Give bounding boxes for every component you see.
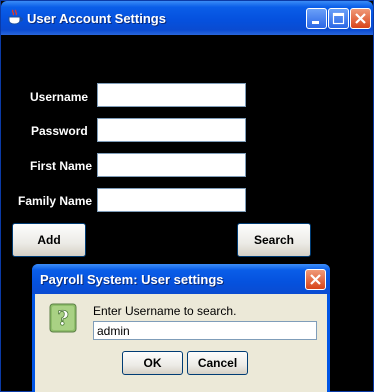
svg-text:?: ? [57,306,69,330]
search-dialog: Payroll System: User settings ? Enter Us… [32,264,330,392]
close-icon [310,274,321,285]
dialog-body: ? Enter Username to search. OK Cancel [35,294,327,392]
password-input[interactable] [97,118,246,142]
username-search-input[interactable] [93,321,317,340]
dialog-title: Payroll System: User settings [40,272,224,287]
close-icon [355,13,366,24]
username-label: Username [30,90,89,104]
username-input[interactable] [97,83,246,107]
first-name-input[interactable] [97,153,246,177]
window-title: User Account Settings [27,11,166,26]
family-name-label: Family Name [18,194,93,208]
password-label: Password [31,124,88,138]
add-button[interactable]: Add [12,223,86,257]
minimize-icon [312,21,319,24]
ok-button[interactable]: OK [122,351,183,375]
first-name-label: First Name [30,159,93,173]
search-button[interactable]: Search [237,223,311,257]
maximize-button[interactable] [328,8,349,29]
maximize-icon [332,12,345,25]
java-coffee-cup-icon [8,9,23,25]
dialog-close-button[interactable] [305,269,326,290]
title-bar[interactable]: User Account Settings [1,1,373,35]
minimize-button[interactable] [306,8,327,29]
dialog-message: Enter Username to search. [93,304,237,318]
cancel-button[interactable]: Cancel [187,351,248,375]
family-name-input[interactable] [97,188,246,212]
question-icon: ? [49,303,77,333]
close-button[interactable] [350,8,371,29]
dialog-title-bar[interactable]: Payroll System: User settings [32,264,330,294]
